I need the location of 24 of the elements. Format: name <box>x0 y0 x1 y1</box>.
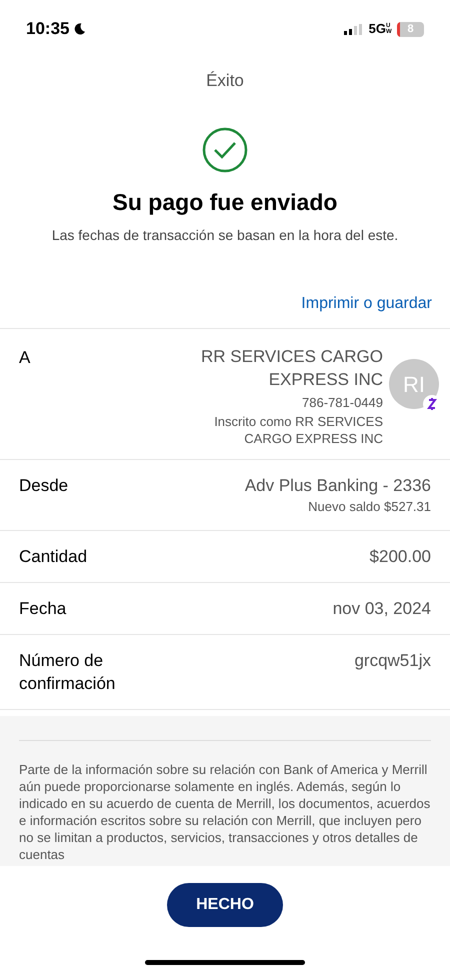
field-value: grcqw51jx <box>354 650 431 672</box>
field-label: Número de confirmación <box>19 650 116 695</box>
timezone-note: Las fechas de transacción se basan en la hora del este. <box>52 226 398 245</box>
field-value: Adv Plus Banking - 2336 <box>244 474 431 496</box>
recipient-phone: 786-781-0449 <box>302 394 383 412</box>
field-label: Fecha <box>19 598 68 620</box>
field-value: $200.00 <box>370 546 431 568</box>
signal-icon <box>344 24 364 34</box>
check-circle-icon <box>202 126 248 172</box>
field-label: A <box>19 347 32 369</box>
enrolled-name: Inscrito como RR SERVICES CARGO EXPRESS INC <box>213 412 383 446</box>
field-label: Desde <box>19 474 70 496</box>
print-link[interactable]: Imprimir o guardar <box>301 292 432 316</box>
status-time: 10:35 <box>26 18 70 40</box>
field-value: nov 03, 2024 <box>332 598 431 620</box>
moon-icon <box>73 22 86 36</box>
done-button[interactable]: HECHO <box>167 883 283 927</box>
page-title: Éxito <box>206 70 244 92</box>
success-heading: Su pago fue enviado <box>112 188 338 217</box>
disclaimer-text: Parte de la información sobre su relación con Bank of America y Merrill aún puede proporcionarse solamente en inglés. Además, según lo indicado en su acuerdo de cuenta de Merrill, los documentos, acuerdos e información escritos sobre su relación con Merrill, que incluyen pero no se limitan a productos, servicios, transacciones y otros detalles de cuentas <box>19 761 431 863</box>
balance-note: Nuevo saldo $527.31 <box>308 498 431 516</box>
network-label: 5G <box>368 20 386 38</box>
field-label: Cantidad <box>19 546 88 568</box>
recipient-name: RR SERVICES CARGO EXPRESS INC <box>200 346 383 391</box>
